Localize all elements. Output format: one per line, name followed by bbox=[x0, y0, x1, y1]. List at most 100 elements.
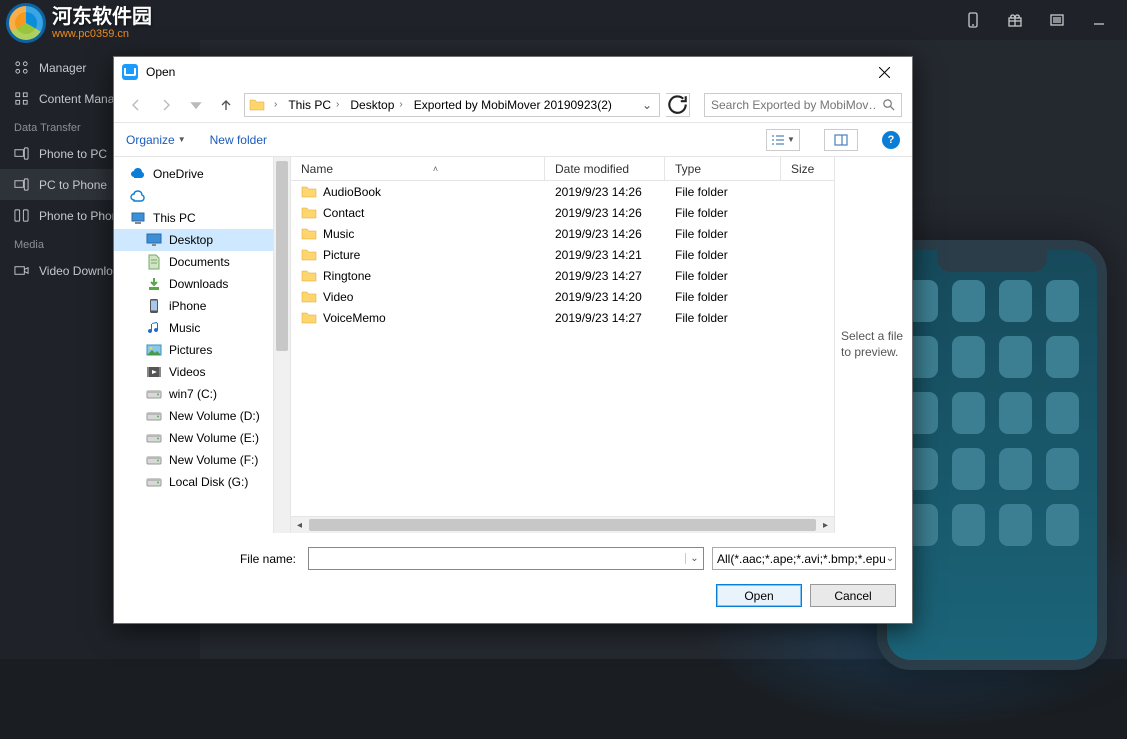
file-row[interactable]: Ringtone2019/9/23 14:27File folder bbox=[291, 265, 834, 286]
tree-item-label: New Volume (F:) bbox=[169, 453, 258, 467]
file-name: VoiceMemo bbox=[323, 311, 386, 325]
file-type: File folder bbox=[675, 269, 728, 283]
thispc-icon bbox=[130, 210, 146, 226]
breadcrumb-thispc[interactable]: This PC› bbox=[286, 98, 344, 112]
sidebar-item-label: Manager bbox=[39, 61, 86, 75]
disk-icon bbox=[146, 430, 162, 446]
filename-input[interactable] bbox=[309, 552, 685, 566]
folder-icon bbox=[301, 289, 317, 305]
file-type: File folder bbox=[675, 206, 728, 220]
tree-item[interactable]: Documents bbox=[114, 251, 273, 273]
tree-item[interactable]: win7 (C:) bbox=[114, 383, 273, 405]
file-rows[interactable]: AudioBook2019/9/23 14:26File folderConta… bbox=[291, 181, 834, 516]
folder-icon bbox=[301, 268, 317, 284]
refresh-button[interactable] bbox=[666, 93, 690, 117]
device-icon[interactable] bbox=[961, 8, 985, 32]
file-row[interactable]: AudioBook2019/9/23 14:26File folder bbox=[291, 181, 834, 202]
iphone-icon bbox=[146, 298, 162, 314]
scroll-right-icon[interactable]: ▸ bbox=[817, 517, 834, 533]
tree-scrollbar[interactable] bbox=[274, 157, 291, 533]
preview-pane-button[interactable] bbox=[824, 129, 858, 151]
recent-dropdown[interactable] bbox=[184, 93, 208, 117]
view-mode-button[interactable]: ▼ bbox=[766, 129, 800, 151]
gift-icon[interactable] bbox=[1003, 8, 1027, 32]
watermark: 河东软件园 www.pc0359.cn bbox=[0, 0, 200, 46]
forward-button[interactable] bbox=[154, 93, 178, 117]
column-headers[interactable]: Name˄ Date modified Type Size bbox=[291, 157, 834, 181]
sidebar-item-label: Phone to PC bbox=[39, 147, 107, 161]
tree-item-label: win7 (C:) bbox=[169, 387, 217, 401]
address-bar[interactable]: › This PC› Desktop› Exported by MobiMove… bbox=[244, 93, 660, 117]
close-button[interactable] bbox=[864, 58, 904, 86]
tree-item-label: Downloads bbox=[169, 277, 228, 291]
tree-item-label: Documents bbox=[169, 255, 230, 269]
file-date: 2019/9/23 14:26 bbox=[555, 206, 642, 220]
search-input[interactable] bbox=[711, 98, 876, 112]
address-dropdown[interactable]: ⌄ bbox=[639, 98, 655, 112]
tree-item[interactable]: iPhone bbox=[114, 295, 273, 317]
tree-item[interactable]: New Volume (E:) bbox=[114, 427, 273, 449]
tree-item-label: Local Disk (G:) bbox=[169, 475, 248, 489]
scroll-left-icon[interactable]: ◂ bbox=[291, 517, 308, 533]
back-button[interactable] bbox=[124, 93, 148, 117]
folder-icon bbox=[301, 205, 317, 221]
tree-item-label: Desktop bbox=[169, 233, 213, 247]
music-icon bbox=[146, 320, 162, 336]
file-row[interactable]: Music2019/9/23 14:26File folder bbox=[291, 223, 834, 244]
file-date: 2019/9/23 14:26 bbox=[555, 185, 642, 199]
file-type: File folder bbox=[675, 185, 728, 199]
tree-item[interactable]: Desktop bbox=[114, 229, 273, 251]
folder-tree[interactable]: OneDrive This PC Desktop Documents Downloads… bbox=[114, 157, 274, 533]
tree-item[interactable]: Local Disk (G:) bbox=[114, 471, 273, 493]
file-row[interactable]: Video2019/9/23 14:20File folder bbox=[291, 286, 834, 307]
organize-menu[interactable]: Organize▼ bbox=[126, 133, 186, 147]
file-row[interactable]: VoiceMemo 2019/9/23 14:27 File folder bbox=[291, 307, 834, 328]
tree-item[interactable]: Downloads bbox=[114, 273, 273, 295]
file-row[interactable]: Picture2019/9/23 14:21File folder bbox=[291, 244, 834, 265]
horizontal-scrollbar[interactable]: ◂ ▸ bbox=[291, 516, 834, 533]
tree-item[interactable]: Videos bbox=[114, 361, 273, 383]
help-button[interactable]: ? bbox=[882, 131, 900, 149]
file-name: Ringtone bbox=[323, 269, 371, 283]
file-type: File folder bbox=[675, 311, 728, 325]
tree-item[interactable]: New Volume (D:) bbox=[114, 405, 273, 427]
tree-item[interactable]: New Volume (F:) bbox=[114, 449, 273, 471]
file-type: File folder bbox=[675, 227, 728, 241]
up-button[interactable] bbox=[214, 93, 238, 117]
tree-item[interactable]: Music bbox=[114, 317, 273, 339]
column-type[interactable]: Type bbox=[665, 157, 781, 180]
disk-icon bbox=[146, 474, 162, 490]
column-date[interactable]: Date modified bbox=[545, 157, 665, 180]
breadcrumb-sep[interactable]: › bbox=[269, 99, 282, 110]
menu-icon[interactable] bbox=[1045, 8, 1069, 32]
tree-item[interactable]: Pictures bbox=[114, 339, 273, 361]
breadcrumb-desktop[interactable]: Desktop› bbox=[348, 98, 407, 112]
open-button[interactable]: Open bbox=[716, 584, 802, 607]
filename-label: File name: bbox=[130, 552, 300, 566]
minimize-icon[interactable] bbox=[1087, 8, 1111, 32]
file-row[interactable]: Contact2019/9/23 14:26File folder bbox=[291, 202, 834, 223]
breadcrumb-current[interactable]: Exported by MobiMover 20190923(2) bbox=[412, 98, 614, 112]
cancel-button[interactable]: Cancel bbox=[810, 584, 896, 607]
file-date: 2019/9/23 14:26 bbox=[555, 227, 642, 241]
file-date: 2019/9/23 14:27 bbox=[555, 311, 642, 325]
disk-icon bbox=[146, 452, 162, 468]
cloud-icon bbox=[130, 188, 146, 204]
filetype-filter[interactable]: All(*.aac;*.ape;*.avi;*.bmp;*.epu⌄ bbox=[712, 547, 896, 570]
column-name[interactable]: Name˄ bbox=[291, 157, 545, 180]
search-box[interactable] bbox=[704, 93, 902, 117]
desktop-icon bbox=[146, 232, 162, 248]
tree-item-label: Pictures bbox=[169, 343, 212, 357]
tree-item[interactable]: This PC bbox=[114, 207, 273, 229]
tree-item[interactable]: OneDrive bbox=[114, 163, 273, 185]
tree-item-label: iPhone bbox=[169, 299, 206, 313]
sort-arrow-icon: ˄ bbox=[433, 164, 438, 174]
column-size[interactable]: Size bbox=[781, 157, 834, 180]
filename-dropdown[interactable]: ⌄ bbox=[685, 553, 703, 564]
tree-item-label: Music bbox=[169, 321, 200, 335]
folder-icon bbox=[249, 97, 265, 113]
tree-item[interactable] bbox=[114, 185, 273, 207]
filename-combo[interactable]: ⌄ bbox=[308, 547, 704, 570]
new-folder-button[interactable]: New folder bbox=[210, 133, 267, 147]
disk-icon bbox=[146, 386, 162, 402]
